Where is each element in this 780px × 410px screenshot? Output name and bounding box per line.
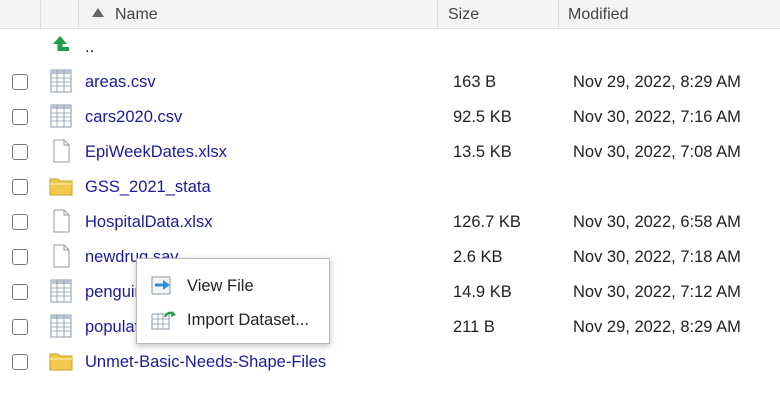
view-file-icon xyxy=(151,276,171,295)
view-file-label: View File xyxy=(187,277,254,295)
column-divider xyxy=(78,0,79,28)
parent-directory-row[interactable]: .. xyxy=(0,31,780,66)
go-up-arrow-icon[interactable] xyxy=(49,34,73,58)
row-checkbox[interactable] xyxy=(12,249,28,265)
file-size: 92.5 KB xyxy=(453,108,512,126)
file-modified-date: Nov 29, 2022, 8:29 AM xyxy=(573,73,741,91)
file-row[interactable]: population.csv 211 B Nov 29, 2022, 8:29 … xyxy=(0,311,780,346)
folder-row[interactable]: Unmet-Basic-Needs-Shape-Files xyxy=(0,346,780,381)
row-checkbox[interactable] xyxy=(12,284,28,300)
spreadsheet-icon xyxy=(50,279,72,303)
sort-ascending-icon[interactable] xyxy=(92,8,104,17)
file-icon xyxy=(53,139,70,163)
file-size: 126.7 KB xyxy=(453,213,521,231)
row-checkbox[interactable] xyxy=(12,74,28,90)
file-row[interactable]: EpiWeekDates.xlsx 13.5 KB Nov 30, 2022, … xyxy=(0,136,780,171)
column-header-row: Name Size Modified xyxy=(0,0,780,29)
file-name-link[interactable]: HospitalData.xlsx xyxy=(85,206,212,238)
import-dataset-label: Import Dataset... xyxy=(187,311,309,329)
parent-directory-link[interactable]: .. xyxy=(85,31,94,63)
file-size: 13.5 KB xyxy=(453,143,512,161)
view-file-menu-item[interactable]: View File xyxy=(137,268,329,302)
size-column-header[interactable]: Size xyxy=(448,0,479,28)
spreadsheet-icon xyxy=(50,314,72,338)
file-modified-date: Nov 29, 2022, 8:29 AM xyxy=(573,318,741,336)
file-size: 2.6 KB xyxy=(453,248,503,266)
folder-name-link[interactable]: GSS_2021_stata xyxy=(85,171,211,203)
row-checkbox[interactable] xyxy=(12,354,28,370)
file-context-menu: View File Import Dataset... xyxy=(136,258,330,344)
import-dataset-icon xyxy=(151,311,176,330)
file-row[interactable]: newdrug.sav 2.6 KB Nov 30, 2022, 7:18 AM xyxy=(0,241,780,276)
spreadsheet-icon xyxy=(50,69,72,93)
import-dataset-menu-item[interactable]: Import Dataset... xyxy=(137,302,329,336)
row-checkbox[interactable] xyxy=(12,109,28,125)
file-name-link[interactable]: cars2020.csv xyxy=(85,101,182,133)
column-divider xyxy=(40,0,41,28)
file-row[interactable]: cars2020.csv 92.5 KB Nov 30, 2022, 7:16 … xyxy=(0,101,780,136)
folder-icon xyxy=(49,353,73,371)
file-modified-date: Nov 30, 2022, 7:18 AM xyxy=(573,248,741,266)
file-modified-date: Nov 30, 2022, 7:12 AM xyxy=(573,283,741,301)
row-checkbox[interactable] xyxy=(12,214,28,230)
row-checkbox[interactable] xyxy=(12,319,28,335)
file-size: 163 B xyxy=(453,73,497,91)
file-size: 211 B xyxy=(453,318,495,336)
file-modified-date: Nov 30, 2022, 7:16 AM xyxy=(573,108,741,126)
column-divider xyxy=(558,0,559,28)
file-modified-date: Nov 30, 2022, 7:08 AM xyxy=(573,143,741,161)
modified-column-header[interactable]: Modified xyxy=(568,0,628,28)
file-size: 14.9 KB xyxy=(453,283,512,301)
file-row[interactable]: HospitalData.xlsx 126.7 KB Nov 30, 2022,… xyxy=(0,206,780,241)
row-checkbox[interactable] xyxy=(12,179,28,195)
file-name-link[interactable]: areas.csv xyxy=(85,66,156,98)
file-row[interactable]: penguins.csv 14.9 KB Nov 30, 2022, 7:12 … xyxy=(0,276,780,311)
spreadsheet-icon xyxy=(50,104,72,128)
folder-name-link[interactable]: Unmet-Basic-Needs-Shape-Files xyxy=(85,346,326,378)
file-modified-date: Nov 30, 2022, 6:58 AM xyxy=(573,213,741,231)
name-column-header[interactable]: Name xyxy=(115,0,158,28)
column-divider xyxy=(437,0,438,28)
file-icon xyxy=(53,209,70,233)
file-icon xyxy=(53,244,70,268)
file-name-link[interactable]: EpiWeekDates.xlsx xyxy=(85,136,227,168)
folder-icon xyxy=(49,178,73,196)
file-row[interactable]: areas.csv 163 B Nov 29, 2022, 8:29 AM xyxy=(0,66,780,101)
row-checkbox[interactable] xyxy=(12,144,28,160)
folder-row[interactable]: GSS_2021_stata xyxy=(0,171,780,206)
